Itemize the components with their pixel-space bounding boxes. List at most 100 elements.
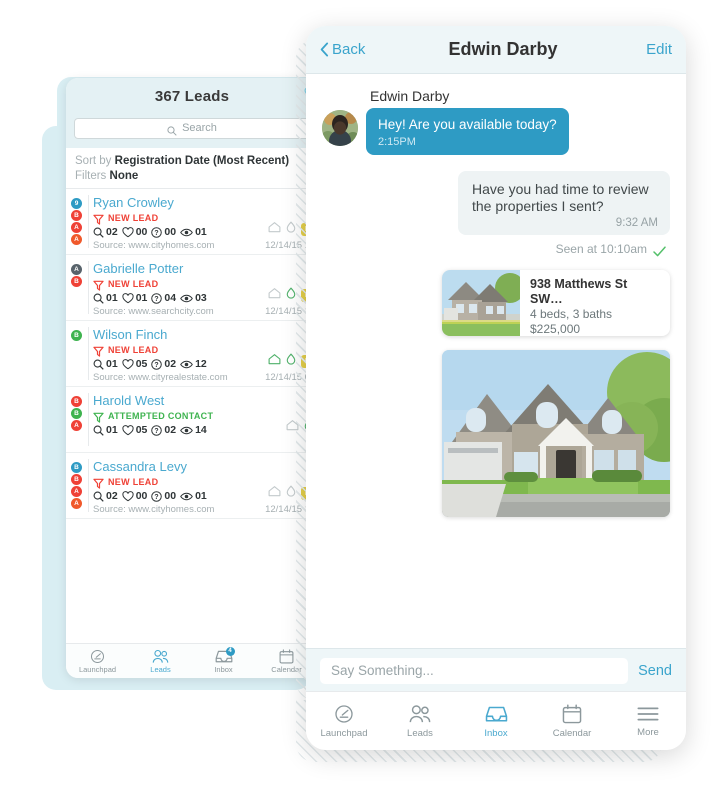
house-outline-icon (268, 286, 281, 304)
drop-icon (286, 352, 296, 370)
lead-name[interactable]: Harold West (93, 393, 310, 408)
lead-name[interactable]: Cassandra Levy (93, 459, 310, 474)
question-icon: ? (151, 292, 163, 304)
lead-row[interactable]: BWilson FinchNEW LEAD0105?0212BSource: w… (66, 321, 318, 387)
lead-footer: Source: www.cityrealestate.com 12/14/15 0 (93, 372, 310, 383)
hamburger-icon (637, 705, 659, 723)
metric-value: 05 (135, 358, 148, 370)
sort-by-label: Sort by (75, 155, 112, 167)
calendar-icon (562, 704, 582, 724)
metric-heart: 00 (122, 490, 148, 502)
leads-nav-item-inbox[interactable]: 4 Inbox (192, 646, 255, 674)
svg-text:?: ? (155, 494, 159, 501)
eye-icon (180, 294, 193, 303)
magnifier-icon (93, 425, 104, 436)
property-card[interactable]: 938 Matthews St SW… 4 beds, 3 baths $225… (442, 270, 670, 336)
lead-row[interactable]: AB Gabrielle Potter NEW LEAD 01 01? 04 03 B Sour… (66, 255, 318, 321)
magnifier-icon (93, 491, 104, 502)
question-icon: ? (151, 490, 163, 502)
row-divider (88, 393, 89, 446)
svg-text:?: ? (155, 230, 159, 237)
metric-value: 02 (106, 226, 118, 238)
lead-row[interactable]: 9BAA Ryan Crowley NEW LEAD 02 00? 00 01 B Source… (66, 189, 318, 255)
heart-icon (122, 424, 134, 436)
leads-nav-item-launchpad[interactable]: Launchpad (66, 649, 129, 674)
lead-name[interactable]: Gabrielle Potter (93, 261, 310, 276)
metric-eye: 01 (180, 226, 207, 238)
chat-nav-item-calendar[interactable]: Calendar (534, 704, 610, 739)
lead-badge: B (71, 408, 82, 419)
lead-row[interactable]: BBAA Cassandra Levy NEW LEAD 02 00? 00 01 B Sour… (66, 453, 318, 519)
filters-value: None (109, 169, 139, 182)
metric-value: 01 (106, 358, 118, 370)
edit-button[interactable]: Edit (626, 41, 672, 58)
house-outline-icon (268, 220, 281, 238)
lead-status-text: ATTEMPTED CONTACT (108, 410, 214, 421)
metric-value: 02 (164, 424, 177, 436)
metric-magnifier: 02 (93, 490, 118, 502)
metric-magnifier: 01 (93, 292, 118, 304)
search-bar-container: Search (66, 114, 318, 148)
chat-phone-panel: Back Edwin Darby Edit Edwin Darby Hey! A… (306, 26, 686, 750)
contact-avatar[interactable] (322, 110, 358, 146)
drop-icon (286, 484, 296, 502)
metric-question: ? 02 (151, 424, 176, 436)
sort-filter-bar[interactable]: Sort by Registration Date (Most Recent) … (66, 148, 318, 189)
question-icon: ? (151, 424, 163, 436)
metric-magnifier: 01 (93, 358, 118, 370)
lead-badge: A (71, 486, 82, 497)
search-input[interactable]: Search (74, 117, 310, 139)
chevron-left-icon (320, 42, 329, 57)
property-beds-baths: 4 beds, 3 baths (530, 307, 613, 321)
metric-value: 02 (106, 490, 118, 502)
back-button[interactable]: Back (320, 41, 380, 58)
funnel-icon (93, 410, 104, 423)
chat-title: Edwin Darby (448, 39, 558, 59)
metric-eye: 12 (180, 358, 207, 370)
inbox-icon (485, 704, 508, 724)
leads-list: 9BAARyan CrowleyNEW LEAD0200?0001BSource… (66, 189, 318, 519)
nav-label: Leads (150, 664, 171, 674)
lead-status: ATTEMPTED CONTACT (93, 410, 310, 423)
metric-value: 00 (135, 226, 148, 238)
send-button[interactable]: Send (638, 663, 672, 679)
chat-nav-item-launchpad[interactable]: Launchpad (306, 704, 382, 739)
property-info: 938 Matthews St SW… 4 beds, 3 baths $225… (520, 270, 670, 336)
funnel-icon (93, 278, 104, 291)
lead-badge: B (71, 474, 82, 485)
message-input[interactable]: Say Something... (320, 657, 629, 684)
leads-bottom-nav: Launchpad Leads 4 Inbox Calendar (66, 643, 318, 678)
nav-label: Leads (407, 727, 433, 739)
lead-source: Source: www.cityrealestate.com (93, 372, 228, 383)
leads-nav-item-leads[interactable]: Leads (129, 649, 192, 674)
house-outline-icon (268, 484, 281, 502)
lead-status-text: NEW LEAD (108, 212, 159, 223)
chat-header: Back Edwin Darby Edit (306, 26, 686, 74)
metric-value: 00 (135, 490, 148, 502)
metric-value: 12 (195, 358, 207, 370)
chat-nav-item-inbox[interactable]: Inbox (458, 704, 534, 739)
lead-badge: A (71, 498, 82, 509)
metric-value: 01 (106, 424, 118, 436)
lead-badges: AB (69, 264, 84, 287)
chat-nav-item-leads[interactable]: Leads (382, 704, 458, 739)
row-divider (88, 327, 89, 380)
metric-question: ? 00 (151, 226, 176, 238)
property-photo[interactable] (442, 350, 670, 517)
people-icon (408, 704, 432, 724)
metric-value: 00 (164, 490, 177, 502)
metric-magnifier: 02 (93, 226, 118, 238)
lead-name[interactable]: Wilson Finch (93, 327, 310, 342)
chat-nav-item-more[interactable]: More (610, 705, 686, 738)
lead-source: Source: www.cityhomes.com (93, 240, 215, 251)
metric-value: 01 (195, 490, 207, 502)
heart-icon (122, 226, 134, 238)
nav-label: Calendar (552, 727, 592, 739)
property-thumbnail (442, 270, 520, 336)
eye-icon (180, 426, 193, 435)
lead-row[interactable]: B B A Harold West ATTEMPTED CONTACT 01 05? 02 14 (66, 387, 318, 453)
lead-name[interactable]: Ryan Crowley (93, 195, 310, 210)
row-divider (88, 459, 89, 512)
row-divider (88, 261, 89, 314)
drop-icon (286, 286, 296, 304)
